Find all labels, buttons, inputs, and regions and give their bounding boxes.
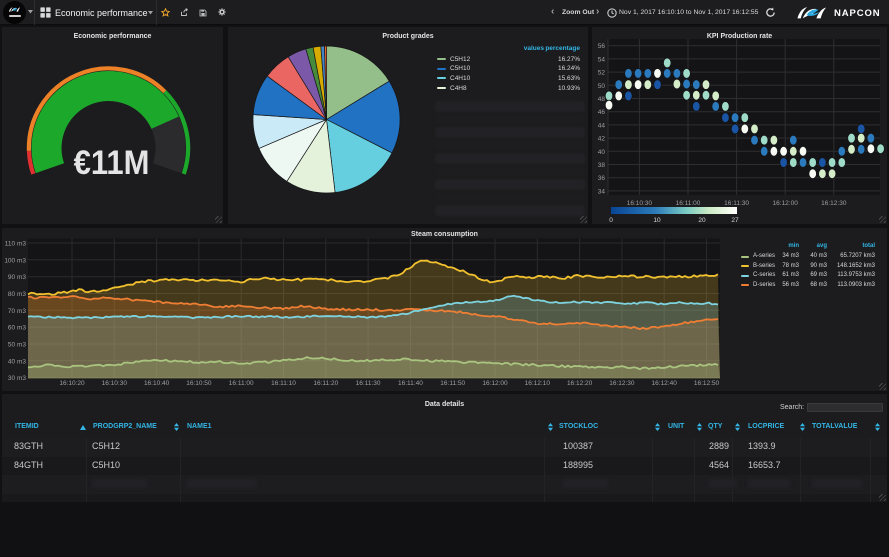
- svg-text:0: 0: [609, 217, 613, 224]
- svg-text:16:12:20: 16:12:20: [567, 380, 593, 387]
- svg-text:16:10:20: 16:10:20: [59, 380, 85, 387]
- svg-text:16:11:10: 16:11:10: [271, 380, 296, 387]
- svg-text:54: 54: [598, 56, 606, 63]
- svg-text:16:11:30: 16:11:30: [724, 200, 749, 207]
- svg-text:10: 10: [653, 217, 661, 224]
- svg-text:16:11:00: 16:11:00: [676, 200, 701, 207]
- svg-text:52: 52: [598, 70, 606, 77]
- svg-text:16:10:30: 16:10:30: [102, 380, 128, 387]
- svg-text:46: 46: [598, 109, 606, 116]
- svg-text:40: 40: [598, 149, 606, 156]
- svg-text:30 m3: 30 m3: [8, 375, 26, 382]
- svg-text:16:10:40: 16:10:40: [144, 380, 170, 387]
- svg-text:16:12:30: 16:12:30: [821, 200, 847, 207]
- svg-text:16:12:00: 16:12:00: [773, 200, 799, 207]
- svg-text:20: 20: [698, 217, 706, 224]
- svg-text:40 m3: 40 m3: [8, 358, 26, 365]
- svg-text:36: 36: [598, 175, 606, 182]
- svg-text:48: 48: [598, 96, 606, 103]
- svg-text:16:10:50: 16:10:50: [186, 380, 212, 387]
- svg-text:16:12:10: 16:12:10: [525, 380, 551, 387]
- svg-text:16:12:00: 16:12:00: [482, 380, 508, 387]
- svg-text:16:12:50: 16:12:50: [694, 380, 720, 387]
- svg-text:€11M: €11M: [74, 142, 150, 181]
- svg-text:34: 34: [598, 188, 606, 195]
- svg-text:27: 27: [731, 217, 739, 224]
- svg-text:50 m3: 50 m3: [8, 342, 26, 349]
- svg-text:42: 42: [598, 136, 606, 143]
- svg-text:16:11:30: 16:11:30: [356, 380, 381, 387]
- svg-text:16:11:40: 16:11:40: [398, 380, 423, 387]
- svg-text:16:12:30: 16:12:30: [609, 380, 635, 387]
- svg-text:50: 50: [598, 83, 606, 90]
- svg-text:16:12:40: 16:12:40: [652, 380, 678, 387]
- svg-text:60 m3: 60 m3: [8, 325, 26, 332]
- svg-text:16:11:00: 16:11:00: [229, 380, 254, 387]
- svg-text:16:10:30: 16:10:30: [627, 200, 653, 207]
- svg-text:70 m3: 70 m3: [8, 308, 26, 315]
- svg-text:38: 38: [598, 162, 606, 169]
- svg-text:44: 44: [598, 122, 606, 129]
- svg-text:56: 56: [598, 43, 606, 50]
- svg-text:16:11:50: 16:11:50: [440, 380, 465, 387]
- svg-text:80 m3: 80 m3: [8, 291, 26, 298]
- svg-text:16:11:20: 16:11:20: [313, 380, 338, 387]
